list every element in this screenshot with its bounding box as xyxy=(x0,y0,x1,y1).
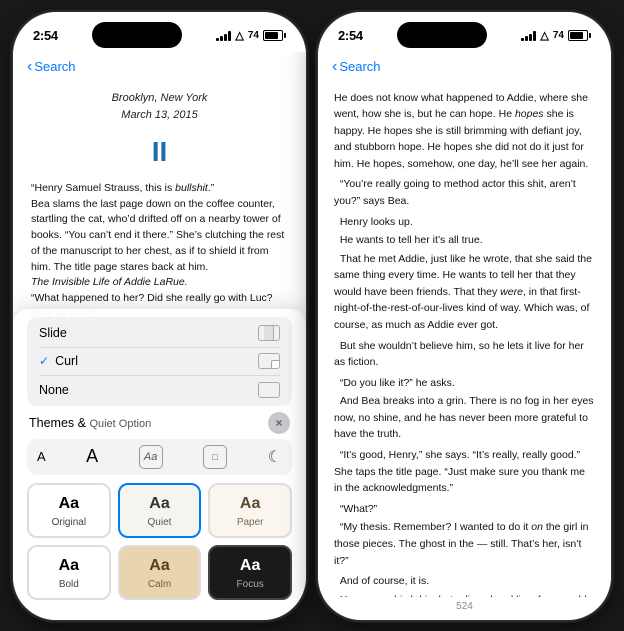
left-status-bar: 2:54 △ 74 xyxy=(13,12,306,52)
left-dynamic-island xyxy=(92,22,182,48)
phones-container: 2:54 △ 74 xyxy=(12,11,612,621)
quiet-option: Quiet Option xyxy=(89,418,151,430)
bottom-panel: Slide ✓ Curl xyxy=(13,309,306,620)
right-battery-body xyxy=(568,30,588,41)
battery-icon xyxy=(263,30,286,41)
transition-curl[interactable]: ✓ Curl xyxy=(27,347,292,375)
right-wifi-icon: △ xyxy=(540,29,548,42)
curl-icon xyxy=(258,353,280,369)
eye-icon[interactable]: ☾ xyxy=(268,447,282,467)
right-time: 2:54 xyxy=(338,28,363,43)
theme-focus-aa: Aa xyxy=(240,557,260,575)
right-phone-inner: 2:54 △ 74 xyxy=(318,12,611,620)
right-battery-tip xyxy=(589,33,591,38)
right-battery-fill xyxy=(570,32,583,39)
themes-label: Themes & xyxy=(29,416,89,430)
right-battery: 74 xyxy=(553,30,564,41)
none-label: None xyxy=(39,383,69,397)
curl-option: ✓ Curl xyxy=(39,354,78,368)
theme-quiet-aa: Aa xyxy=(149,495,169,513)
theme-original-label: Original xyxy=(52,517,86,528)
font-style-icon[interactable]: Aa xyxy=(139,445,163,469)
battery-tip xyxy=(284,33,286,38)
left-status-icons: △ 74 xyxy=(216,29,286,42)
theme-bold-aa: Aa xyxy=(59,557,79,575)
wifi-icon: △ xyxy=(235,29,243,42)
right-book-content: He does not know what happened to Addie,… xyxy=(318,82,611,597)
transition-options: Slide ✓ Curl xyxy=(27,317,292,406)
page-number: 524 xyxy=(318,597,611,620)
left-phone: 2:54 △ 74 xyxy=(12,11,307,621)
chevron-left-icon: ‹ xyxy=(27,58,32,76)
signal-bars xyxy=(216,31,231,41)
transitions-list: Slide ✓ Curl xyxy=(27,317,292,406)
theme-grid: Aa Original Aa Quiet Aa Paper Aa Bold xyxy=(27,483,292,600)
themes-label-group: Themes & Quiet Option xyxy=(29,414,151,432)
book-location: Brooklyn, New York March 13, 2015 xyxy=(31,90,288,124)
left-battery: 74 xyxy=(248,30,259,41)
theme-bold-label: Bold xyxy=(59,579,79,590)
transition-slide[interactable]: Slide xyxy=(27,319,292,347)
right-chevron-left-icon: ‹ xyxy=(332,58,337,76)
theme-original[interactable]: Aa Original xyxy=(27,483,111,538)
left-time: 2:54 xyxy=(33,28,58,43)
right-status-bar: 2:54 △ 74 xyxy=(318,12,611,52)
right-status-icons: △ 74 xyxy=(521,29,591,42)
theme-original-aa: Aa xyxy=(59,495,79,513)
right-dynamic-island xyxy=(397,22,487,48)
theme-calm-label: Calm xyxy=(148,579,171,590)
curl-check: ✓ xyxy=(39,354,49,368)
themes-header: Themes & Quiet Option × xyxy=(27,412,292,434)
font-large-a[interactable]: A xyxy=(86,446,98,467)
right-search-header[interactable]: ‹ Search xyxy=(318,52,611,82)
left-back-button[interactable]: ‹ Search xyxy=(27,58,76,76)
left-phone-inner: 2:54 △ 74 xyxy=(13,12,306,620)
close-button[interactable]: × xyxy=(268,412,290,434)
right-back-button[interactable]: ‹ Search xyxy=(332,58,381,76)
font-small-a[interactable]: A xyxy=(37,449,46,464)
right-phone: 2:54 △ 74 xyxy=(317,11,612,621)
none-icon xyxy=(258,382,280,398)
theme-focus[interactable]: Aa Focus xyxy=(208,545,292,600)
transition-none[interactable]: None xyxy=(27,376,292,404)
theme-paper-label: Paper xyxy=(237,517,264,528)
battery-fill xyxy=(265,32,278,39)
font-controls: A A Aa □ ☾ xyxy=(27,439,292,475)
theme-focus-label: Focus xyxy=(237,579,264,590)
theme-quiet[interactable]: Aa Quiet xyxy=(118,483,202,538)
battery-body xyxy=(263,30,283,41)
theme-calm[interactable]: Aa Calm xyxy=(118,545,202,600)
right-battery-icon xyxy=(568,30,591,41)
slide-label: Slide xyxy=(39,326,67,340)
theme-bold[interactable]: Aa Bold xyxy=(27,545,111,600)
curl-label: Curl xyxy=(55,354,78,368)
chapter-number: II xyxy=(31,130,288,173)
slide-icon xyxy=(258,325,280,341)
left-back-label: Search xyxy=(34,59,75,74)
theme-paper[interactable]: Aa Paper xyxy=(208,483,292,538)
theme-calm-aa: Aa xyxy=(149,557,169,575)
theme-quiet-label: Quiet xyxy=(148,517,172,528)
left-search-header[interactable]: ‹ Search xyxy=(13,52,306,82)
right-signal-bars xyxy=(521,31,536,41)
font-alt-icon[interactable]: □ xyxy=(203,445,227,469)
theme-paper-aa: Aa xyxy=(240,495,260,513)
right-back-label: Search xyxy=(339,59,380,74)
